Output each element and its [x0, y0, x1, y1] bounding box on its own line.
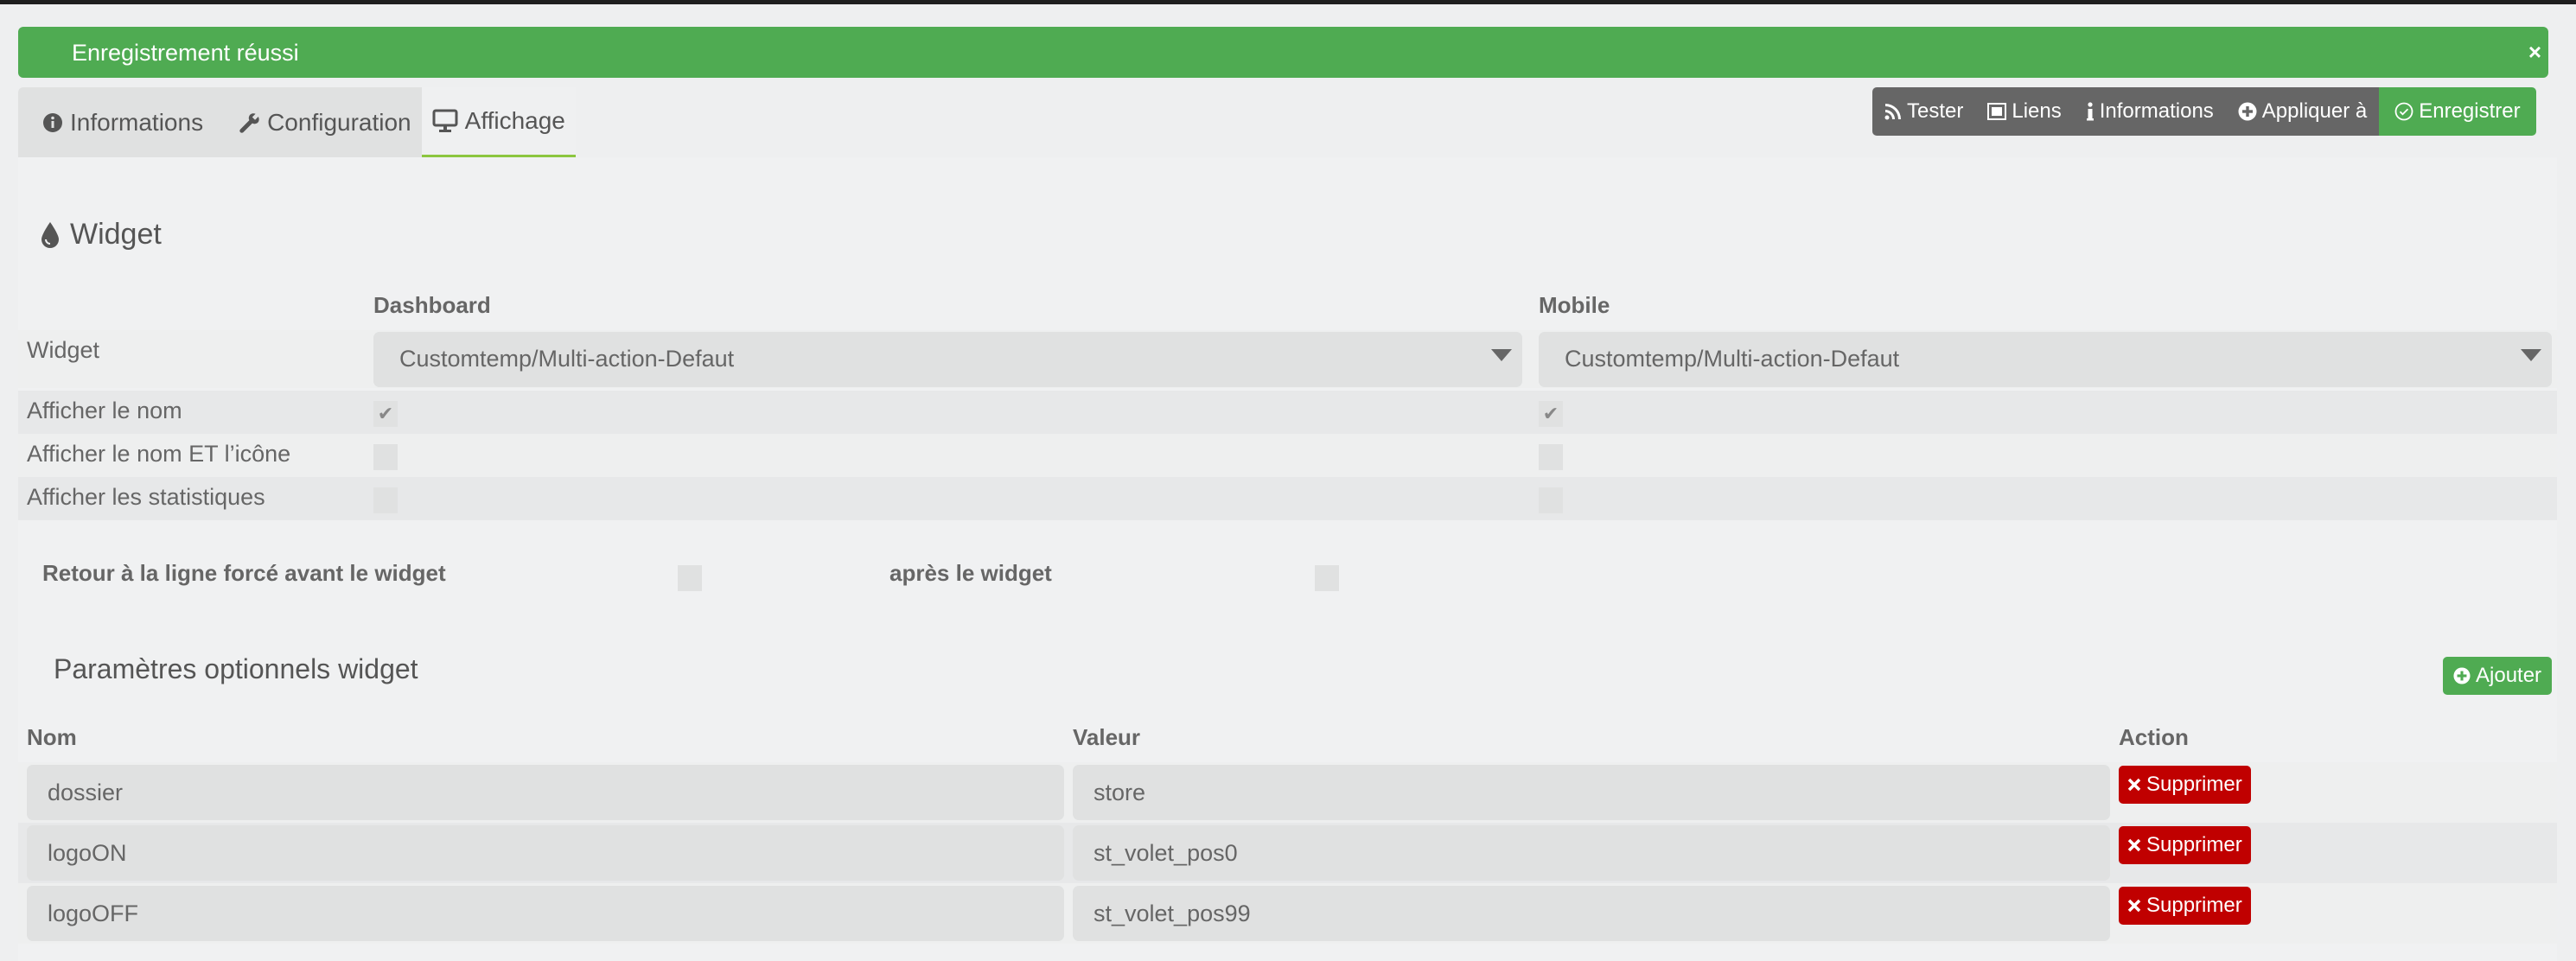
widget-row: Widget Customtemp/Multi-action-Defaut Cu… [18, 330, 2557, 388]
param-name-input[interactable]: logoON [27, 825, 1064, 881]
alert-message: Enregistrement réussi [72, 40, 299, 66]
mobile-show-stats-checkbox[interactable] [1539, 487, 1563, 513]
param-name-input[interactable]: logoOFF [27, 886, 1064, 941]
dashboard-show-stats-checkbox[interactable] [373, 487, 398, 513]
line-break-before-checkbox[interactable] [678, 565, 702, 591]
informations-button[interactable]: Informations [2073, 87, 2226, 136]
delete-param-button[interactable]: Supprimer [2119, 766, 2251, 804]
appliquer-button[interactable]: Appliquer à [2225, 87, 2380, 136]
top-bar [0, 0, 2576, 4]
plus-circle-icon [2238, 102, 2257, 121]
close-icon[interactable]: × [2528, 39, 2541, 66]
line-break-after-checkbox[interactable] [1315, 565, 1339, 591]
show-name-icon-row: Afficher le nom ET l’icône [18, 434, 2557, 477]
widget-section-title: Widget [41, 218, 162, 251]
check-circle-icon [2394, 102, 2413, 121]
tab-label: Informations [70, 108, 204, 136]
close-icon [2127, 778, 2141, 792]
param-value-input[interactable]: st_volet_pos99 [1073, 886, 2110, 941]
close-icon [2127, 838, 2141, 852]
plus-circle-icon [2453, 667, 2471, 684]
rss-icon [1884, 104, 1901, 120]
tab-label: Affichage [464, 107, 565, 134]
wrench-icon [239, 112, 259, 133]
tester-button[interactable]: Tester [1872, 87, 1976, 136]
action-column-header: Action [2119, 724, 2189, 750]
close-icon [2127, 899, 2141, 913]
tab-label: Configuration [267, 108, 411, 136]
liens-button[interactable]: Liens [1975, 87, 2074, 136]
tab-affichage[interactable]: Affichage [421, 87, 576, 157]
param-value-input[interactable]: store [1073, 765, 2110, 820]
show-stats-row: Afficher les statistiques [18, 477, 2557, 520]
param-row: logoOFF st_volet_pos99 Supprimer [18, 883, 2557, 944]
delete-param-button[interactable]: Supprimer [2119, 887, 2251, 925]
param-name-input[interactable]: dossier [27, 765, 1064, 820]
optional-params-title: Paramètres optionnels widget [54, 653, 418, 684]
dashboard-show-name-icon-checkbox[interactable] [373, 444, 398, 470]
line-break-after-label: après le widget [889, 560, 1052, 586]
info-icon [2086, 102, 2094, 121]
dashboard-widget-select[interactable]: Customtemp/Multi-action-Defaut [373, 332, 1522, 387]
line-break-before-label: Retour à la ligne forcé avant le widget [42, 560, 446, 586]
param-row: logoON st_volet_pos0 Supprimer [18, 823, 2557, 883]
param-row: dossier store Supprimer [18, 762, 2557, 823]
name-column-header: Nom [27, 724, 77, 750]
tab-configuration[interactable]: Configuration [214, 87, 422, 157]
display-panel: Widget Dashboard Mobile Widget Customtem… [18, 157, 2557, 961]
tint-icon [41, 221, 59, 248]
mobile-widget-select[interactable]: Customtemp/Multi-action-Defaut [1539, 332, 2552, 387]
info-circle-icon [43, 112, 62, 132]
dashboard-column-header: Dashboard [373, 292, 491, 318]
tab-bar: Informations Configuration Affichage [18, 87, 576, 157]
chevron-down-icon [1491, 349, 1512, 361]
enregistrer-button[interactable]: Enregistrer [2379, 87, 2536, 136]
mobile-column-header: Mobile [1539, 292, 1610, 318]
tab-informations[interactable]: Informations [18, 87, 214, 157]
mobile-show-name-icon-checkbox[interactable] [1539, 444, 1563, 470]
show-name-row: Afficher le nom ✔ ✔ [18, 391, 2557, 434]
param-value-input[interactable]: st_volet_pos0 [1073, 825, 2110, 881]
desktop-icon [432, 109, 458, 132]
add-param-button[interactable]: Ajouter [2443, 657, 2553, 695]
object-group-icon [1987, 103, 2007, 120]
value-column-header: Valeur [1073, 724, 1141, 750]
mobile-show-name-checkbox[interactable]: ✔ [1539, 401, 1563, 427]
success-alert: Enregistrement réussi × [18, 27, 2548, 78]
delete-param-button[interactable]: Supprimer [2119, 826, 2251, 864]
chevron-down-icon [2521, 349, 2541, 361]
action-toolbar: Tester Liens Informations Appliquer à En… [1872, 87, 2536, 136]
dashboard-show-name-checkbox[interactable]: ✔ [373, 401, 398, 427]
